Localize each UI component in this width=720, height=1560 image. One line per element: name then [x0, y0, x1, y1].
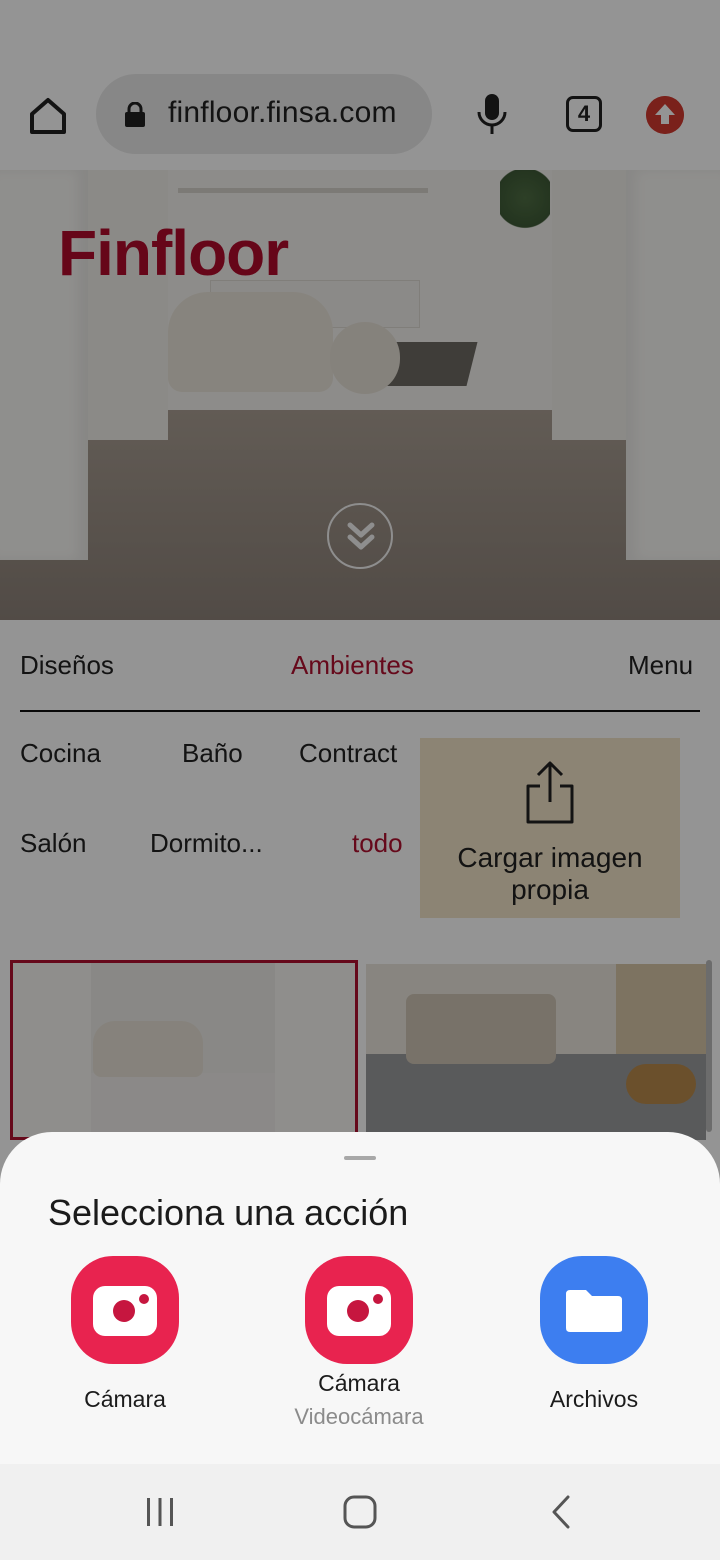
home-button-icon[interactable]	[338, 1490, 382, 1534]
sheet-handle[interactable]	[344, 1156, 376, 1160]
back-icon[interactable]	[540, 1490, 584, 1534]
sheet-title: Selecciona una acción	[48, 1192, 409, 1233]
app-label: Cámara	[318, 1370, 400, 1396]
app-sublabel: Videocámara	[294, 1404, 424, 1429]
recent-apps-icon[interactable]	[138, 1490, 182, 1534]
app-label: Archivos	[549, 1386, 639, 1412]
app-files[interactable]: Archivos	[494, 1256, 694, 1456]
app-label: Cámara	[84, 1386, 166, 1412]
camera-icon	[71, 1256, 179, 1364]
camera-icon	[305, 1256, 413, 1364]
action-sheet: Selecciona una acción Cámara Cámara Vide…	[0, 1132, 720, 1464]
app-camera[interactable]: Cámara	[25, 1256, 225, 1456]
folder-icon	[540, 1256, 648, 1364]
app-camera-video[interactable]: Cámara Videocámara	[259, 1256, 459, 1456]
system-nav-bar	[0, 1464, 720, 1560]
